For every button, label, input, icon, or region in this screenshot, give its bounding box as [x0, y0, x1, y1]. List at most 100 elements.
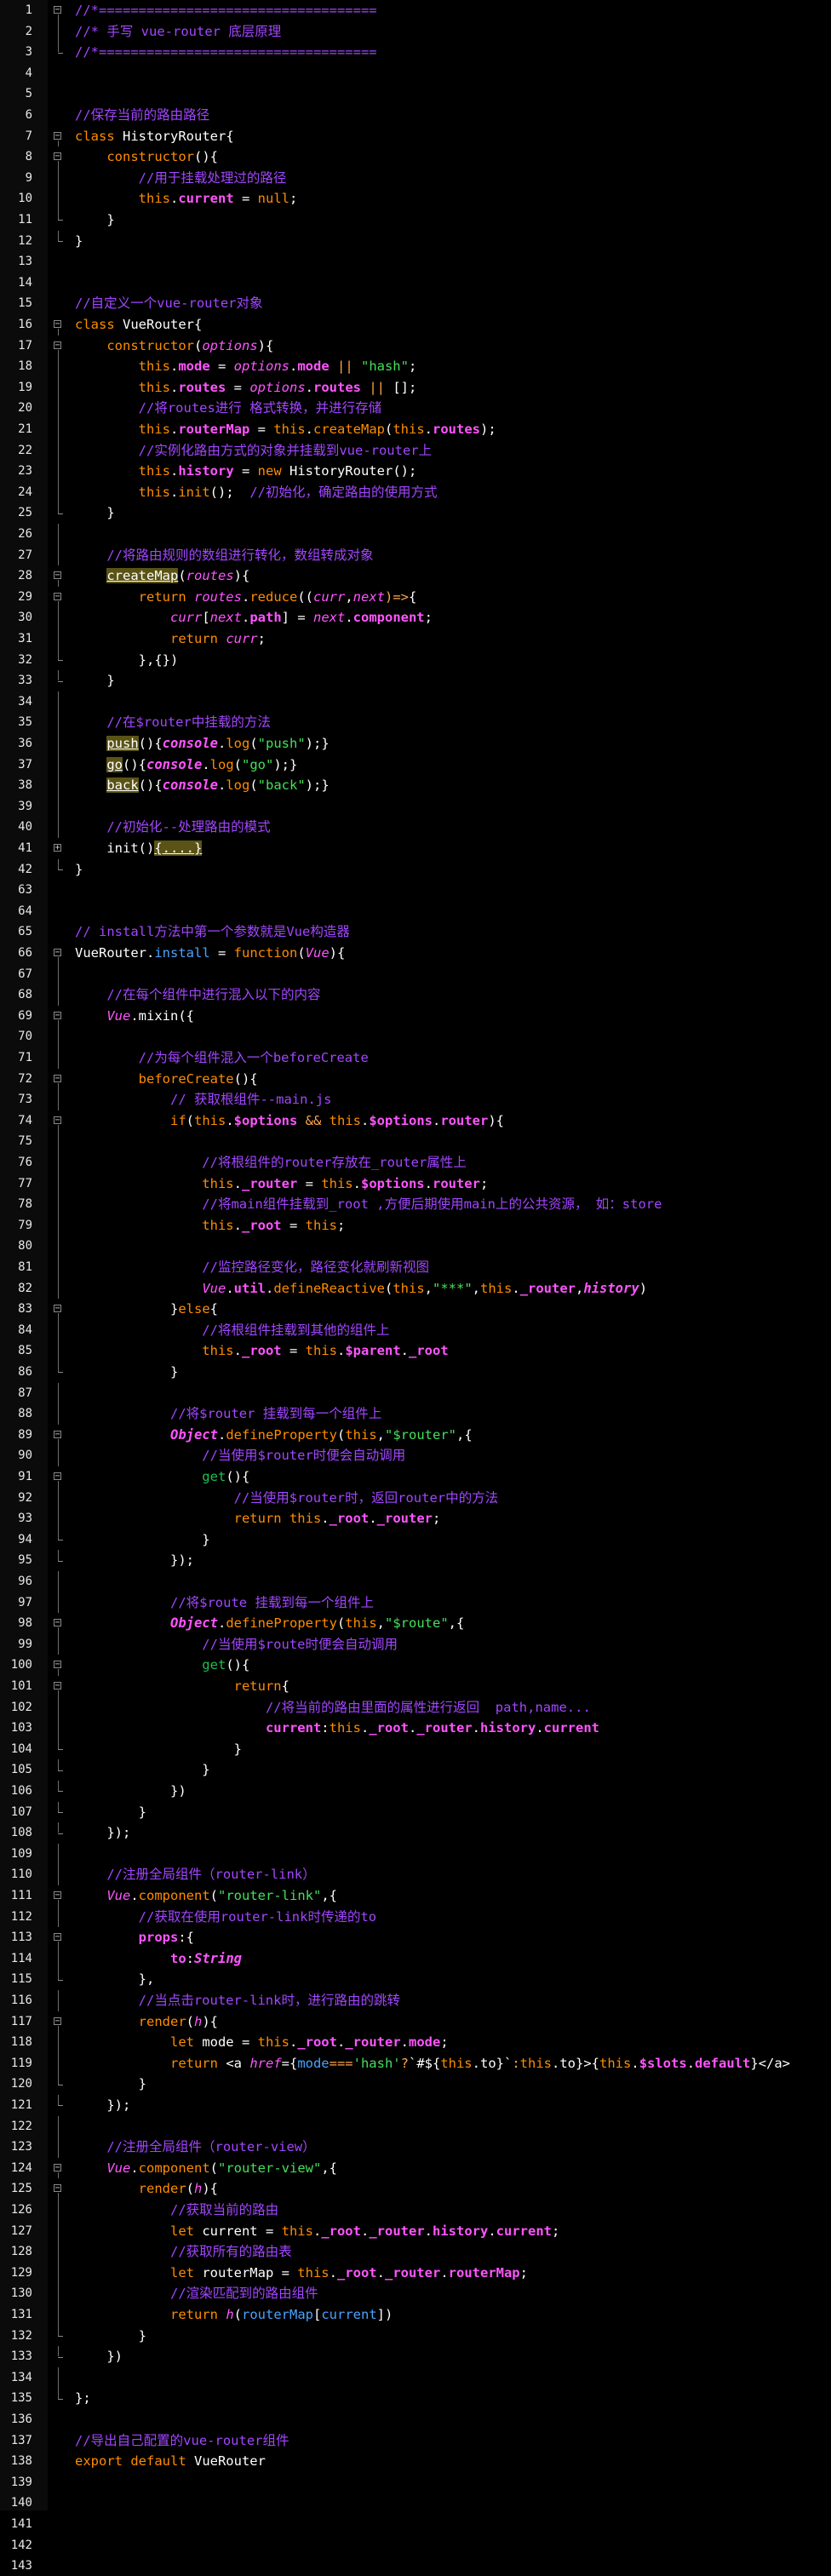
code-line[interactable]: })	[75, 2346, 123, 2367]
fold-collapse-icon[interactable]: −	[54, 320, 61, 329]
fold-collapse-icon[interactable]: −	[54, 6, 61, 14]
fold-collapse-icon[interactable]: −	[54, 949, 61, 957]
code-line[interactable]: render(h){	[75, 2178, 218, 2199]
code-line[interactable]: return routes.reduce((curr,next)=>{	[75, 587, 417, 607]
code-line[interactable]: go(){console.log("go");}	[75, 754, 297, 775]
code-line[interactable]: let mode = this._root._router.mode;	[75, 2032, 449, 2052]
code-line[interactable]: curr[next.path] = next.component;	[75, 607, 433, 628]
code-line[interactable]: //在每个组件中进行混入以下的内容	[75, 984, 320, 1005]
code-line[interactable]: }	[75, 209, 114, 230]
code-line[interactable]: // 获取根组件--main.js	[75, 1089, 332, 1110]
code-line[interactable]: };	[75, 2388, 91, 2408]
code-line[interactable]: },{})	[75, 650, 179, 670]
fold-collapse-icon[interactable]: −	[54, 2017, 61, 2025]
code-line[interactable]: }	[75, 1759, 209, 1780]
code-line[interactable]: Object.defineProperty(this,"$router",{	[75, 1425, 473, 1445]
code-line[interactable]: this._router = this.$options.router;	[75, 1173, 488, 1194]
fold-collapse-icon[interactable]: −	[54, 2163, 61, 2172]
fold-collapse-icon[interactable]: −	[54, 341, 61, 349]
code-line[interactable]: //实例化路由方式的对象并挂载到vue-router上	[75, 440, 433, 461]
code-line[interactable]: //*===================================	[75, 0, 377, 20]
code-line[interactable]: }	[75, 2326, 146, 2346]
code-line[interactable]: }	[75, 231, 83, 251]
code-line[interactable]: get(){	[75, 1466, 249, 1487]
code-line[interactable]: });	[75, 1822, 130, 1843]
code-line[interactable]: VueRouter.install = function(Vue){	[75, 943, 345, 963]
code-line[interactable]: beforeCreate(){	[75, 1069, 258, 1089]
code-line[interactable]: constructor(options){	[75, 336, 273, 356]
code-line[interactable]: });	[75, 1550, 194, 1570]
code-line[interactable]: get(){	[75, 1655, 249, 1675]
code-line[interactable]: return <a href={mode==='hash'?`#${this.t…	[75, 2053, 790, 2074]
code-line[interactable]: Vue.util.defineReactive(this,"***",this.…	[75, 1278, 647, 1299]
code-line[interactable]: createMap(routes){	[75, 565, 249, 586]
code-editor[interactable]: 1 2 3 4 5 6 7 8 9 10 11 12 13 14 15 16 17 18 19 20 21 22 23 24 2…	[0, 0, 831, 2573]
code-line[interactable]: }	[75, 1362, 178, 1382]
fold-collapse-icon[interactable]: −	[54, 1074, 61, 1082]
code-line[interactable]: }	[75, 1802, 146, 1822]
code-line[interactable]: //* 手写 vue-router 底层原理	[75, 21, 281, 42]
code-line[interactable]: //将当前的路由里面的属性进行返回 path,name...	[75, 1697, 591, 1718]
code-line[interactable]: //当使用$route时便会自动调用	[75, 1634, 398, 1655]
code-line[interactable]: //渲染匹配到的路由组件	[75, 2283, 318, 2303]
fold-collapse-icon[interactable]: −	[54, 131, 61, 140]
code-line[interactable]: },	[75, 1969, 155, 1989]
code-line[interactable]: current:this._root._router.history.curre…	[75, 1718, 599, 1738]
code-line[interactable]: this.init(); //初始化，确定路由的使用方式	[75, 482, 438, 502]
code-line[interactable]: this._root = this.$parent._root	[75, 1340, 448, 1361]
fold-collapse-icon[interactable]: −	[54, 1472, 61, 1481]
code-line[interactable]: // install方法中第一个参数就是Vue构造器	[75, 921, 350, 942]
code-line[interactable]: //*===================================	[75, 42, 377, 62]
code-line[interactable]: class VueRouter{	[75, 314, 202, 335]
code-line[interactable]: //保存当前的路由路径	[75, 105, 209, 125]
fold-collapse-icon[interactable]: −	[54, 571, 61, 580]
code-line[interactable]: }	[75, 859, 83, 880]
code-line[interactable]: //初始化--处理路由的模式	[75, 817, 270, 837]
code-line[interactable]: to:String	[75, 1948, 242, 1969]
code-line[interactable]: this.current = null;	[75, 188, 298, 209]
code-line[interactable]: export default VueRouter	[75, 2451, 266, 2471]
code-line[interactable]: return curr;	[75, 628, 266, 649]
code-line[interactable]: //将$router 挂载到每一个组件上	[75, 1403, 381, 1424]
code-line[interactable]: //注册全局组件（router-view）	[75, 2137, 315, 2157]
code-line[interactable]: Object.defineProperty(this,"$route",{	[75, 1613, 464, 1633]
code-line[interactable]: Vue.component("router-link",{	[75, 1885, 337, 1906]
fold-collapse-icon[interactable]: −	[54, 1430, 61, 1438]
fold-collapse-icon[interactable]: −	[54, 1116, 61, 1124]
code-line[interactable]: Vue.component("router-view",{	[75, 2158, 337, 2178]
code-line[interactable]: return this._root._router;	[75, 1508, 441, 1529]
code-line[interactable]: //注册全局组件（router-link）	[75, 1864, 315, 1885]
fold-collapse-icon[interactable]: −	[54, 1619, 61, 1627]
code-line[interactable]: this.routerMap = this.createMap(this.rou…	[75, 419, 496, 439]
fold-collapse-icon[interactable]: −	[54, 1891, 61, 1900]
code-line[interactable]: Vue.mixin({	[75, 1006, 194, 1026]
code-line[interactable]: render(h){	[75, 2011, 218, 2032]
code-line[interactable]: //将$route 挂载到每一个组件上	[75, 1592, 374, 1613]
code-line[interactable]: //自定义一个vue-router对象	[75, 293, 262, 313]
code-line[interactable]: props:{	[75, 1927, 194, 1948]
code-line[interactable]: if(this.$options && this.$options.router…	[75, 1110, 504, 1131]
fold-collapse-icon[interactable]: −	[54, 1933, 61, 1942]
code-line[interactable]: //当使用$router时，返回router中的方法	[75, 1488, 499, 1508]
code-line[interactable]: //在$router中挂载的方法	[75, 712, 271, 732]
code-line[interactable]: class HistoryRouter{	[75, 126, 234, 146]
code-line[interactable]: init(){....}	[75, 838, 203, 858]
code-line[interactable]: this.mode = options.mode || "hash";	[75, 356, 417, 376]
fold-collapse-icon[interactable]: −	[54, 2184, 61, 2193]
code-line[interactable]: }	[75, 670, 114, 691]
code-line[interactable]: }	[75, 502, 114, 523]
code-line[interactable]: }	[75, 2074, 146, 2094]
code-line[interactable]: }	[75, 1739, 242, 1759]
code-line[interactable]: //获取所有的路由表	[75, 2241, 292, 2262]
code-line[interactable]: //将根组件的router存放在_router属性上	[75, 1152, 467, 1173]
code-line[interactable]: this.history = new HistoryRouter();	[75, 461, 417, 481]
code-line[interactable]: //监控路径变化，路径变化就刷新视图	[75, 1257, 429, 1277]
code-line[interactable]: constructor(){	[75, 146, 218, 167]
fold-collapse-icon[interactable]: −	[54, 1661, 61, 1669]
code-line[interactable]: this.routes = options.routes || [];	[75, 377, 417, 398]
code-line[interactable]: //为每个组件混入一个beforeCreate	[75, 1047, 369, 1068]
code-line[interactable]: return{	[75, 1676, 289, 1696]
code-line[interactable]: //导出自己配置的vue-router组件	[75, 2430, 289, 2451]
code-area[interactable]: //*=================================== //…	[70, 0, 831, 2510]
fold-collapse-icon[interactable]: −	[54, 1011, 61, 1019]
